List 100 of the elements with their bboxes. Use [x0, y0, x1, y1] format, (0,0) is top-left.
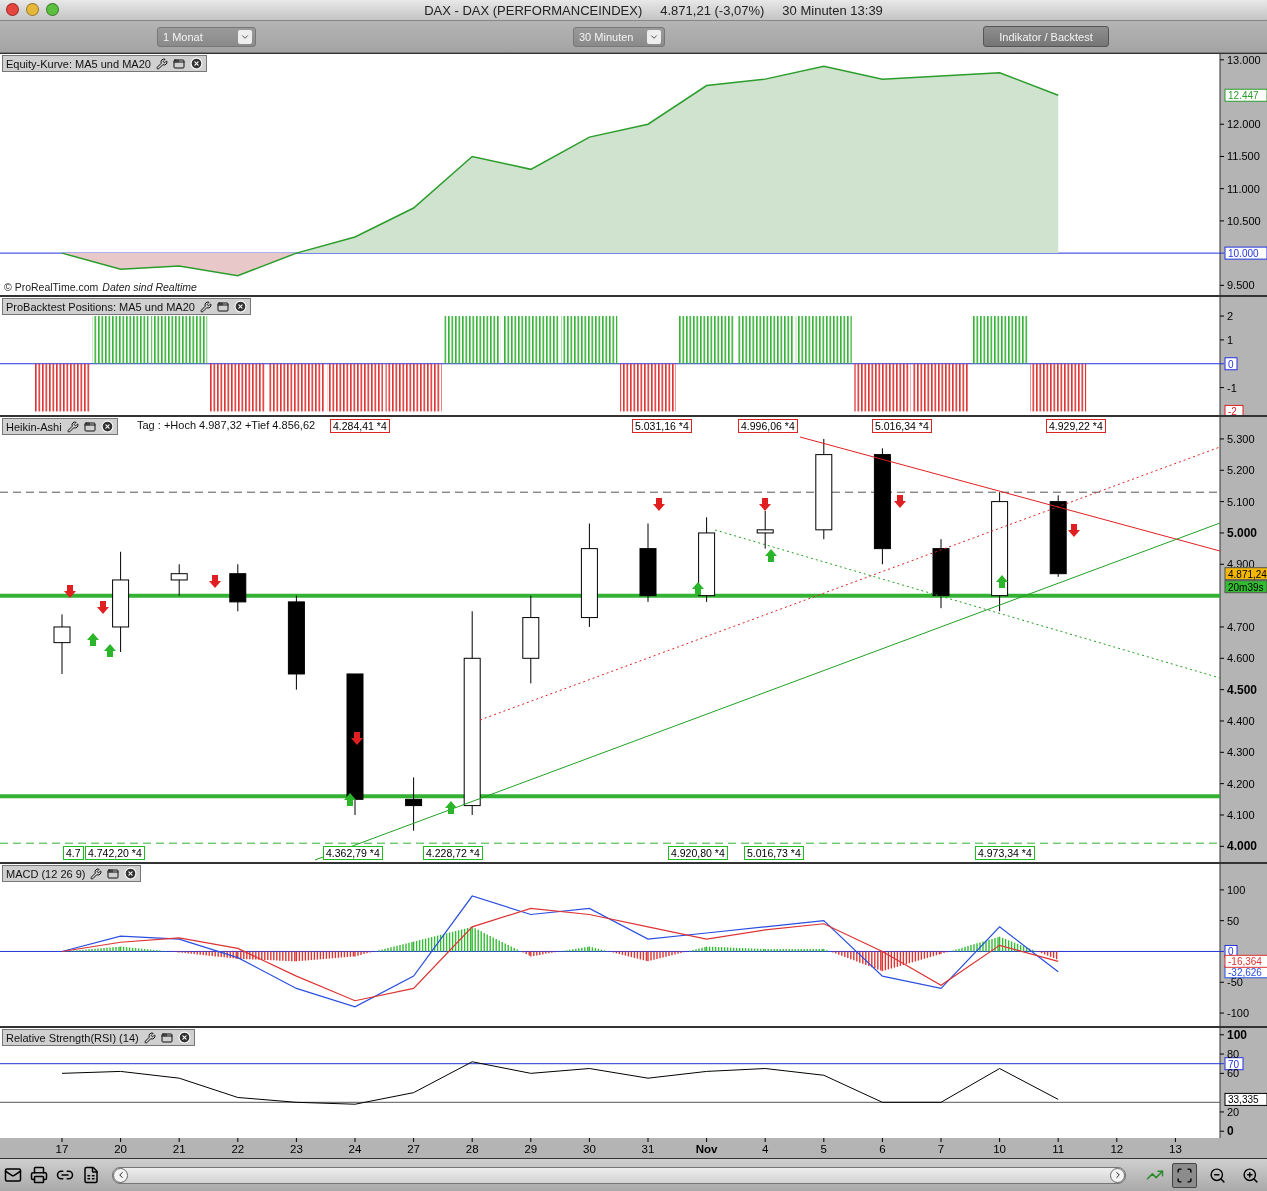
caret-icon	[238, 29, 252, 44]
x-tick-label: 28	[465, 1143, 479, 1155]
window-icon[interactable]	[160, 1031, 173, 1044]
y-tick-label: 20	[1227, 1105, 1240, 1118]
y-tick-label: 4.100	[1227, 808, 1255, 821]
axis-label: 4.300	[1219, 746, 1255, 759]
spreadsheet-icon[interactable]	[82, 1166, 100, 1184]
down-arrow-icon	[209, 575, 221, 588]
price-label: 4.996,06 *4	[738, 419, 798, 433]
x-axis-label: 28	[465, 1137, 479, 1155]
x-tick-label: 21	[172, 1143, 186, 1155]
axis-label: 4.000	[1219, 839, 1258, 854]
axis-label: -1	[1219, 381, 1237, 394]
y-tick-label: 4.000	[1227, 839, 1258, 854]
settings-icon[interactable]	[155, 57, 168, 70]
settings-icon[interactable]	[66, 420, 79, 433]
axis-label: 4.100	[1219, 809, 1255, 821]
axis-label: 12.000	[1219, 118, 1261, 131]
x-tick-label: Nov	[695, 1143, 719, 1155]
mail-icon[interactable]	[4, 1166, 22, 1184]
down-arrow-icon	[351, 732, 363, 745]
position-bar	[1030, 363, 1087, 412]
axis-label: 100	[1219, 883, 1246, 896]
x-tick-label: 27	[407, 1143, 420, 1155]
value-tag: 12.447	[1224, 88, 1267, 102]
x-tick-label: 5	[820, 1143, 827, 1155]
y-tick-label: 4.400	[1227, 714, 1255, 727]
candlestick	[932, 538, 950, 609]
x-axis-label: 29	[524, 1137, 538, 1155]
position-bar	[327, 363, 383, 412]
x-axis-label: 31	[641, 1137, 655, 1155]
axis-label: 20	[1219, 1105, 1240, 1118]
x-tick-label: 10	[993, 1143, 1006, 1155]
y-tick-label: 1	[1227, 333, 1234, 346]
x-tick-label: 20	[114, 1143, 127, 1155]
x-axis-label: 13	[1169, 1137, 1182, 1155]
settings-icon[interactable]	[90, 867, 103, 880]
close-icon[interactable]	[100, 420, 114, 433]
close-icon[interactable]	[189, 57, 203, 70]
window-icon[interactable]	[83, 420, 96, 433]
x-axis-label: 12	[1110, 1137, 1124, 1155]
x-axis-label: 30	[583, 1137, 596, 1155]
up-arrow-icon	[104, 644, 116, 657]
price-label: 5.016,73 *4	[744, 846, 804, 860]
close-window-icon[interactable]	[6, 3, 19, 16]
day-range-text: Tag : +Hoch 4.987,32 +Tief 4.856,62	[137, 419, 316, 431]
position-bar	[268, 363, 325, 412]
y-tick-label: 5.200	[1227, 464, 1255, 477]
y-tick-label: 11.500	[1227, 150, 1260, 163]
x-axis-label: 21	[172, 1137, 186, 1155]
axis-label: 5.000	[1219, 525, 1258, 540]
position-bar	[795, 316, 852, 364]
close-icon[interactable]	[177, 1031, 191, 1044]
window-icon[interactable]	[107, 867, 120, 880]
window-icon[interactable]	[172, 57, 185, 70]
minimize-window-icon[interactable]	[26, 3, 39, 16]
realtime-note: Daten sind Realtime	[102, 281, 197, 293]
window-icon[interactable]	[216, 300, 229, 313]
value-tag: 33,335	[1224, 1092, 1267, 1106]
position-bar	[502, 316, 559, 364]
axis-label: 2	[1219, 310, 1234, 323]
panel-title: MACD (12 26 9)	[6, 867, 86, 880]
x-axis-label: 11	[1052, 1137, 1065, 1155]
axis-label: 50	[1219, 914, 1240, 927]
panel-title: Relative Strength(RSI) (14)	[6, 1031, 139, 1044]
y-tick-label: 4.200	[1227, 777, 1255, 790]
printer-icon[interactable]	[30, 1166, 48, 1184]
x-axis-label: 17	[55, 1137, 69, 1155]
zoom-window-icon[interactable]	[46, 3, 59, 16]
ref-line-label: 10.000	[1228, 248, 1260, 260]
settings-icon[interactable]	[143, 1031, 156, 1044]
caret-icon	[647, 29, 661, 44]
indicator-button[interactable]: Indikator / Backtest	[983, 26, 1109, 47]
y-tick-label: 100	[1227, 1027, 1248, 1042]
position-bar	[913, 363, 969, 412]
value-tag: -16,364	[1224, 954, 1267, 968]
position-bar	[385, 363, 442, 412]
y-tick-label: 5.300	[1227, 432, 1255, 445]
scroll-left-button[interactable]	[113, 1167, 128, 1183]
axis-label: 11.500	[1219, 150, 1260, 163]
x-tick-label: 11	[1052, 1143, 1065, 1155]
axis-label: 100	[1219, 1028, 1248, 1042]
zoom-fit-icon[interactable]	[1172, 1162, 1197, 1188]
scrollbar[interactable]	[112, 1166, 1126, 1184]
interval-text: 30 Minuten 13:39	[782, 2, 883, 18]
price-label: 4.973,34 *4	[975, 846, 1035, 860]
price-label: 4.929,22 *4	[1046, 419, 1106, 433]
x-axis-label: 22	[231, 1137, 245, 1155]
panel-title: ProBacktest Positions: MA5 und MA20	[6, 300, 195, 313]
axis-label: 9.500	[1219, 279, 1255, 292]
value-tag: 20m39s	[1224, 580, 1267, 594]
close-icon[interactable]	[233, 300, 247, 313]
close-icon[interactable]	[124, 867, 138, 880]
up-arrow-icon	[87, 633, 99, 646]
scroll-right-button[interactable]	[1110, 1167, 1125, 1183]
period-dropdown[interactable]: 1 Monat	[157, 26, 256, 47]
price-label: 5.031,16 *4	[632, 419, 692, 433]
axis-label: 4.400	[1219, 715, 1255, 727]
settings-icon[interactable]	[199, 300, 212, 313]
interval-dropdown[interactable]: 30 Minuten	[573, 26, 665, 47]
